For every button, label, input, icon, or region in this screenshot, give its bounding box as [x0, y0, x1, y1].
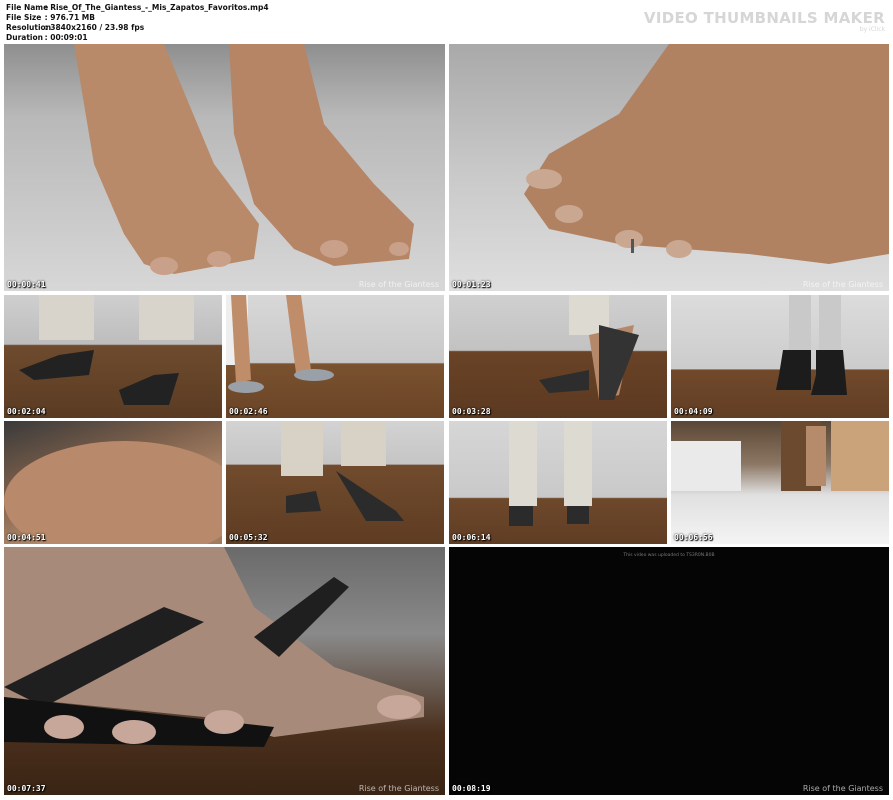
watermark: Rise of the Giantess: [802, 280, 883, 289]
thumbnail-7[interactable]: 00:04:51: [4, 421, 222, 544]
thumbnail-5[interactable]: 00:03:28: [449, 295, 667, 418]
duration-row: Duration : 00:09:01: [6, 33, 88, 42]
room-image: [671, 421, 889, 491]
timestamp: 00:05:32: [229, 533, 268, 542]
thumbnail-6[interactable]: 00:04:09: [671, 295, 889, 418]
timestamp: 00:06:56: [674, 533, 713, 542]
thumbnail-3[interactable]: 00:02:04: [4, 295, 222, 418]
file-name-row: File Name : Rise_Of_The_Giantess_-_Mis_Z…: [6, 3, 269, 12]
watermark: Rise of the Giantess: [358, 784, 439, 793]
thumbnail-2[interactable]: 00:01:23 Rise of the Giantess: [449, 44, 889, 291]
duration-value: 00:09:01: [50, 33, 88, 42]
timestamp: 00:04:51: [7, 533, 46, 542]
brand-subtitle: by iClick: [859, 26, 885, 33]
timestamp: 00:06:14: [452, 533, 491, 542]
thumbnail-8[interactable]: 00:05:32: [226, 421, 444, 544]
thumbnail-4[interactable]: 00:02:46: [226, 295, 444, 418]
thumbnail-11[interactable]: 00:07:37 Rise of the Giantess: [4, 547, 445, 795]
sandal-closeup-image: [4, 547, 424, 747]
file-size-value: 976.71 MB: [50, 13, 95, 22]
timestamp: 00:02:04: [7, 407, 46, 416]
legs-image: [226, 295, 334, 393]
file-info: File Name : Rise_Of_The_Giantess_-_Mis_Z…: [6, 3, 269, 43]
file-size-row: File Size : 976.71 MB: [6, 13, 95, 22]
resolution-label: Resolution: [6, 23, 52, 32]
duration-label: Duration: [6, 33, 43, 42]
sandal-image: [539, 295, 639, 400]
boots-image: [776, 295, 847, 395]
timestamp: 00:04:09: [674, 407, 713, 416]
timestamp: 00:01:23: [452, 280, 491, 289]
timestamp: 00:07:37: [7, 784, 46, 793]
thumbnail-12[interactable]: This video was uploaded to TS3R0N.B0B 00…: [449, 547, 889, 795]
thumbnail-1[interactable]: 00:00:41 Rise of the Giantess: [4, 44, 445, 291]
timestamp: 00:08:19: [452, 784, 491, 793]
timestamp: 00:00:41: [7, 280, 46, 289]
timestamp: 00:02:46: [229, 407, 268, 416]
standing-image: [509, 421, 592, 526]
heels-image: [281, 421, 404, 521]
watermark: Rise of the Giantess: [802, 784, 883, 793]
shoes-image: [19, 295, 194, 405]
feet-image: [524, 44, 889, 264]
brand-logo: VIDEO THUMBNAILS MAKER by iClick: [644, 9, 885, 33]
resolution-value: 3840x2160 / 23.98 fps: [50, 23, 145, 32]
file-name-value: Rise_Of_The_Giantess_-_Mis_Zapatos_Favor…: [50, 3, 269, 12]
timestamp: 00:03:28: [452, 407, 491, 416]
resolution-row: Resolution : 3840x2160 / 23.98 fps: [6, 23, 145, 32]
brand-title: VIDEO THUMBNAILS MAKER: [643, 9, 885, 27]
sole-image: [4, 441, 222, 544]
end-message: This video was uploaded to TS3R0N.B0B: [623, 553, 715, 558]
thumbnail-10[interactable]: 00:06:56: [671, 421, 889, 544]
feet-image: [74, 44, 414, 275]
file-size-label: File Size: [6, 13, 42, 22]
file-name-label: File Name: [6, 3, 49, 12]
watermark: Rise of the Giantess: [358, 280, 439, 289]
thumbnail-9[interactable]: 00:06:14: [449, 421, 667, 544]
